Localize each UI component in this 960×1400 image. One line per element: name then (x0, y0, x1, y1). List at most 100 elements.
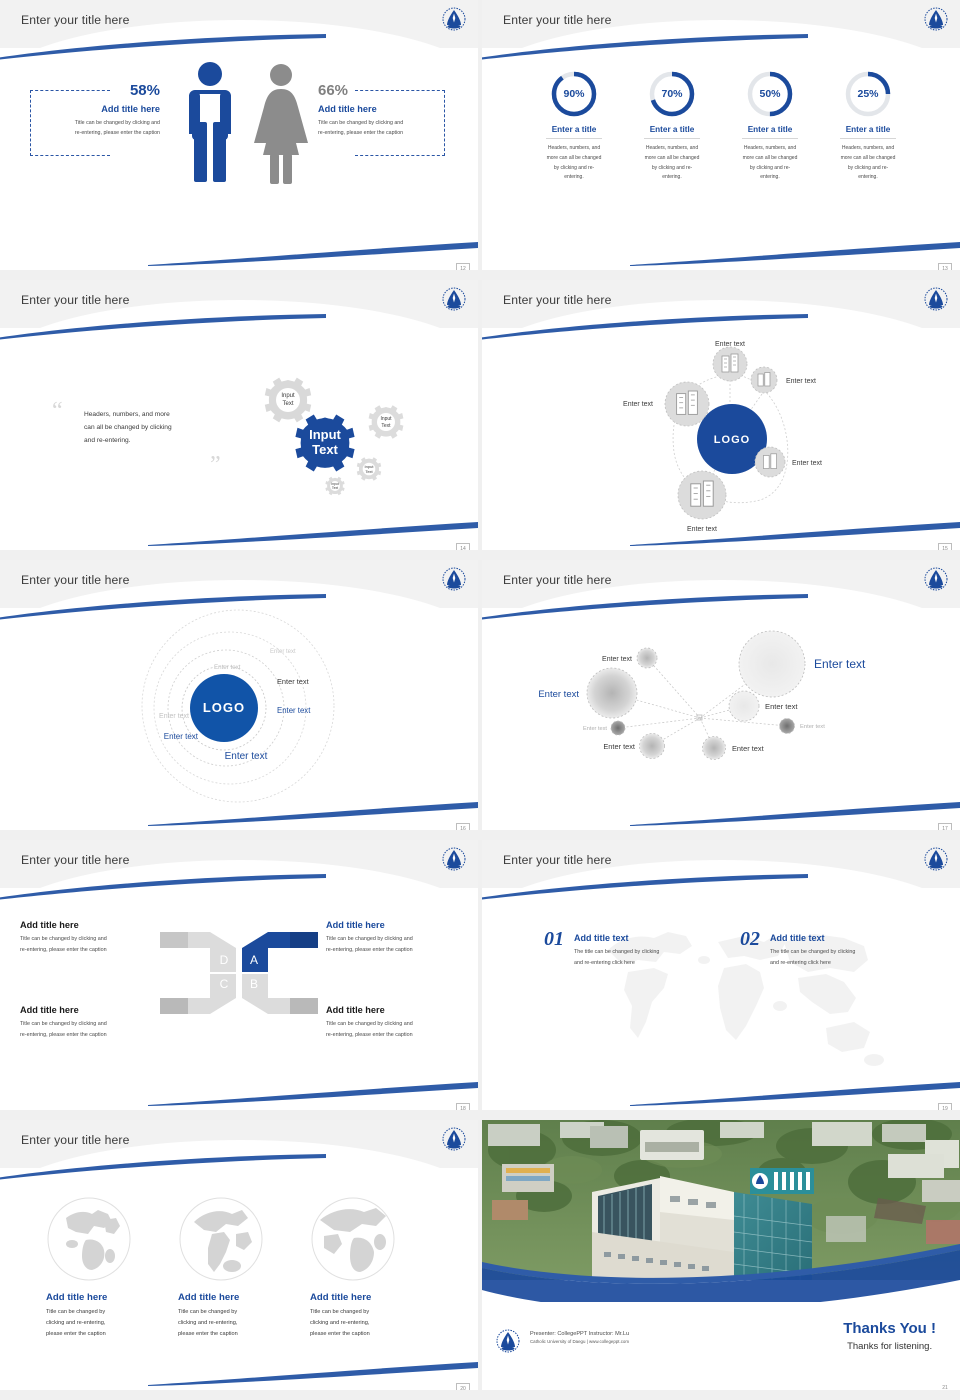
ring-label-3: Enter text (277, 677, 309, 686)
map-item-01[interactable]: 01 Add title text The title can be chang… (544, 928, 702, 968)
divider (840, 138, 896, 139)
quadrant-caption-line1: Title can be changed by clicking and (326, 1021, 413, 1027)
page-number: 17 (938, 823, 952, 830)
network-label-3: Enter text (602, 656, 632, 663)
map-item-02[interactable]: 02 Add title text The title can be chang… (740, 928, 898, 968)
right-caption-line1: Title can be changed by clicking and (318, 120, 404, 126)
header-swoosh (0, 594, 326, 620)
quadrant-caption-line1: Title can be changed by clicking and (20, 936, 107, 942)
footer-swoosh (148, 240, 478, 266)
hub-node-upper-right (750, 366, 778, 394)
slide-gears[interactable]: Enter your title here “ ” Headers, numbe… (0, 280, 478, 550)
network-label-1: Enter text (814, 657, 866, 671)
slide-cell: Enter your title here (482, 840, 960, 1120)
donut-caption: Headers, numbers, and more can all be ch… (742, 145, 798, 181)
slide-body: LOGO Enter text Enter text Enter text En… (482, 328, 960, 550)
globe-caption-line1: Title can be changed by (310, 1309, 370, 1315)
quote-text-block: Headers, numbers, and more can all be ch… (84, 408, 214, 448)
network-node-tiny-right (779, 718, 795, 734)
left-caption-line1: Title can be changed by clicking and (74, 120, 160, 126)
page-title: Enter your title here (503, 293, 612, 307)
catholic-university-of-daegu-logo (442, 287, 466, 311)
globe-item[interactable]: Add title here Title can be changed by c… (178, 1196, 286, 1340)
page-title: Enter your title here (503, 573, 612, 587)
quadrant-caption-line2: re-entering, please enter the caption (326, 1031, 413, 1038)
quadrant-caption-line1: Title can be changed by clicking and (20, 1021, 107, 1027)
item-caption-line1: The title can be changed by clicking (770, 949, 856, 955)
female-figure-icon (254, 64, 308, 184)
ring-label-7: Enter text (225, 751, 268, 762)
slide-node-network[interactable]: Enter your title here Enter text Enter t… (482, 560, 960, 830)
quadrant-heading: Add title here (326, 1005, 385, 1015)
left-percent: 58% (129, 82, 160, 99)
donut-chart-25: 25% (844, 70, 892, 118)
left-caption-line2: re-entering, please enter the caption (74, 129, 160, 136)
page-number: 14 (456, 543, 470, 550)
quadrant-heading: Add title here (20, 920, 79, 930)
item-caption-line2: and re-entering click here (574, 959, 635, 966)
globe-heading: Add title here (46, 1292, 108, 1303)
catholic-university-of-daegu-logo (924, 287, 948, 311)
divider (644, 138, 700, 139)
network-node-large (738, 630, 806, 698)
globe-icon-europe-africa (47, 1197, 131, 1281)
network-label-5: Enter text (583, 726, 607, 732)
footer-swoosh (630, 520, 960, 546)
header-swoosh (482, 314, 808, 340)
item-number: 01 (544, 928, 564, 950)
slide-cell: Enter your title here 90% Enter a title … (482, 0, 960, 280)
slide-hub-and-spoke[interactable]: Enter your title here LOGO Enter text En… (482, 280, 960, 550)
network-node-bottom-left (639, 733, 665, 759)
catholic-university-of-daegu-logo (442, 847, 466, 871)
network-node-bottom-right (702, 736, 726, 760)
footer-swoosh (630, 800, 960, 826)
page-number: 18 (456, 1103, 470, 1110)
slide-thank-you[interactable]: Presenter: CollegePPT Instructor: Mr.Lu … (482, 1120, 960, 1390)
hub-diagram: LOGO Enter text Enter text Enter text En… (623, 341, 822, 533)
network-node-right-mid (728, 690, 760, 722)
hub-node-top (712, 346, 748, 382)
divider (546, 138, 602, 139)
slide-gender-stats[interactable]: Enter your title here 58% Add title here… (0, 0, 478, 270)
page-number: 13 (938, 263, 952, 270)
slide-cell: Enter your title here 58% Add title here… (0, 0, 478, 280)
globe-icon-atlantic (311, 1197, 395, 1281)
footer-swoosh (148, 1360, 478, 1386)
donut-item[interactable]: 50% Enter a title Headers, numbers, and … (724, 70, 816, 183)
donut-item[interactable]: 25% Enter a title Headers, numbers, and … (822, 70, 914, 183)
ring-label-5: Enter text (277, 706, 311, 715)
slide-world-map-numbers[interactable]: Enter your title here 01 Add title text … (482, 840, 960, 1110)
item-caption-line2: and re-entering click here (770, 959, 831, 966)
gear-label-bottom-line2: Text (332, 486, 338, 490)
slide-body: 58% Add title here Title can be changed … (0, 48, 478, 270)
gear-label-lowerright-line2: Text (365, 469, 373, 474)
header-swoosh (482, 594, 808, 620)
catholic-university-of-daegu-logo (924, 567, 948, 591)
hub-node-lower-right-label: Enter text (792, 460, 822, 467)
bowtie-label-C: C (220, 977, 229, 991)
globe-icon-americas (179, 1197, 263, 1281)
slide-concentric-rings[interactable]: Enter your title here LOGO Enter text En… (0, 560, 478, 830)
slide-donut-stats[interactable]: Enter your title here 90% Enter a title … (482, 0, 960, 270)
donut-caption: Headers, numbers, and more can all be ch… (840, 145, 896, 181)
concentric-rings-diagram: LOGO Enter text Enter text Enter text En… (141, 609, 335, 803)
donut-item[interactable]: 70% Enter a title Headers, numbers, and … (626, 70, 718, 183)
slide-three-globes[interactable]: Enter your title here Add title here Tit… (0, 1120, 478, 1390)
donut-chart-50: 50% (746, 70, 794, 118)
donut-item[interactable]: 90% Enter a title Headers, numbers, and … (528, 70, 620, 183)
thanks-subtitle: Thanks for listening. (847, 1341, 933, 1352)
quadrant-caption-line2: re-entering, please enter the caption (326, 946, 413, 953)
quadrant-caption-line1: Title can be changed by clicking and (326, 936, 413, 942)
gear-label-main-line1: Input (309, 427, 341, 442)
globe-item[interactable]: Add title here Title can be changed by c… (46, 1196, 154, 1340)
quote-line3: and re-entering. (84, 437, 131, 445)
right-stat-block: 66% Add title here Title can be changed … (318, 82, 448, 139)
donut-value-label: 50% (759, 88, 781, 100)
globe-item[interactable]: Add title here Title can be changed by c… (310, 1196, 418, 1340)
slide-bowtie-abcd[interactable]: Enter your title here Add title here Tit… (0, 840, 478, 1110)
hub-center-label: LOGO (714, 434, 750, 446)
ring-label-1: Enter text (270, 649, 296, 655)
quadrant-caption-line2: re-entering, please enter the caption (20, 946, 107, 953)
network-node-small-top (636, 647, 658, 669)
globe-caption-line1: Title can be changed by (46, 1309, 106, 1315)
